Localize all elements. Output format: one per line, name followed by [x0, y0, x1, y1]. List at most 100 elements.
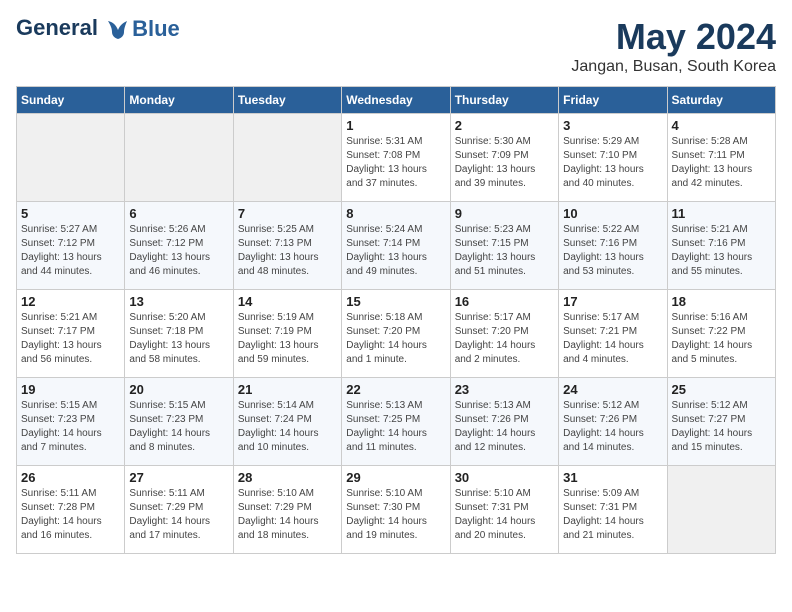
day-info: Sunrise: 5:20 AM Sunset: 7:18 PM Dayligh…	[129, 311, 228, 367]
day-number: 13	[129, 294, 228, 309]
calendar-week-row: 1 Sunrise: 5:31 AM Sunset: 7:08 PM Daylig…	[17, 114, 776, 202]
day-info: Sunrise: 5:31 AM Sunset: 7:08 PM Dayligh…	[346, 135, 445, 191]
day-info: Sunrise: 5:24 AM Sunset: 7:14 PM Dayligh…	[346, 223, 445, 279]
day-info: Sunrise: 5:12 AM Sunset: 7:27 PM Dayligh…	[672, 399, 771, 455]
day-info: Sunrise: 5:22 AM Sunset: 7:16 PM Dayligh…	[563, 223, 662, 279]
calendar-cell: 2 Sunrise: 5:30 AM Sunset: 7:09 PM Daylig…	[450, 114, 558, 202]
column-header-wednesday: Wednesday	[342, 87, 450, 114]
day-info: Sunrise: 5:10 AM Sunset: 7:31 PM Dayligh…	[455, 487, 554, 543]
day-number: 22	[346, 382, 445, 397]
calendar-cell: 27Sunrise: 5:11 AM Sunset: 7:29 PM Dayli…	[125, 466, 233, 554]
calendar-cell: 13 Sunrise: 5:20 AM Sunset: 7:18 PM Dayli…	[125, 290, 233, 378]
logo-line2: Blue	[132, 16, 180, 42]
calendar-cell: 19 Sunrise: 5:15 AM Sunset: 7:23 PM Dayli…	[17, 378, 125, 466]
day-info: Sunrise: 5:11 AM Sunset: 7:28 PM Dayligh…	[21, 487, 120, 543]
day-info: Sunrise: 5:10 AM Sunset: 7:30 PM Dayligh…	[346, 487, 445, 543]
calendar-cell	[125, 114, 233, 202]
day-number: 17	[563, 294, 662, 309]
day-number: 23	[455, 382, 554, 397]
title-area: May 2024 Jangan, Busan, South Korea	[571, 16, 776, 76]
page-header: General Blue May 2024 Jangan, Busan, Sou…	[16, 16, 776, 76]
day-number: 8	[346, 206, 445, 221]
day-info: Sunrise: 5:18 AM Sunset: 7:20 PM Dayligh…	[346, 311, 445, 367]
calendar-cell: 7Sunrise: 5:25 AM Sunset: 7:13 PM Daylig…	[233, 202, 341, 290]
calendar-cell	[667, 466, 775, 554]
day-number: 3	[563, 118, 662, 133]
day-number: 10	[563, 206, 662, 221]
logo-line1: General	[16, 15, 98, 40]
calendar-week-row: 5Sunrise: 5:27 AM Sunset: 7:12 PM Daylig…	[17, 202, 776, 290]
day-number: 15	[346, 294, 445, 309]
calendar-cell: 31 Sunrise: 5:09 AM Sunset: 7:31 PM Dayli…	[559, 466, 667, 554]
day-info: Sunrise: 5:28 AM Sunset: 7:11 PM Dayligh…	[672, 135, 771, 191]
column-header-monday: Monday	[125, 87, 233, 114]
calendar-cell: 30 Sunrise: 5:10 AM Sunset: 7:31 PM Dayli…	[450, 466, 558, 554]
calendar-cell	[17, 114, 125, 202]
day-number: 19	[21, 382, 120, 397]
calendar-cell: 24Sunrise: 5:12 AM Sunset: 7:26 PM Dayli…	[559, 378, 667, 466]
day-info: Sunrise: 5:17 AM Sunset: 7:20 PM Dayligh…	[455, 311, 554, 367]
column-header-tuesday: Tuesday	[233, 87, 341, 114]
calendar-week-row: 12 Sunrise: 5:21 AM Sunset: 7:17 PM Dayli…	[17, 290, 776, 378]
day-info: Sunrise: 5:29 AM Sunset: 7:10 PM Dayligh…	[563, 135, 662, 191]
calendar-cell: 6 Sunrise: 5:26 AM Sunset: 7:12 PM Daylig…	[125, 202, 233, 290]
day-number: 1	[346, 118, 445, 133]
day-number: 21	[238, 382, 337, 397]
day-number: 9	[455, 206, 554, 221]
day-info: Sunrise: 5:21 AM Sunset: 7:17 PM Dayligh…	[21, 311, 120, 367]
day-info: Sunrise: 5:30 AM Sunset: 7:09 PM Dayligh…	[455, 135, 554, 191]
calendar-cell: 28 Sunrise: 5:10 AM Sunset: 7:29 PM Dayli…	[233, 466, 341, 554]
calendar-week-row: 26 Sunrise: 5:11 AM Sunset: 7:28 PM Dayli…	[17, 466, 776, 554]
day-info: Sunrise: 5:15 AM Sunset: 7:23 PM Dayligh…	[129, 399, 228, 455]
column-header-friday: Friday	[559, 87, 667, 114]
day-number: 16	[455, 294, 554, 309]
day-info: Sunrise: 5:26 AM Sunset: 7:12 PM Dayligh…	[129, 223, 228, 279]
calendar-cell: 16 Sunrise: 5:17 AM Sunset: 7:20 PM Dayli…	[450, 290, 558, 378]
day-info: Sunrise: 5:25 AM Sunset: 7:13 PM Dayligh…	[238, 223, 337, 279]
column-header-thursday: Thursday	[450, 87, 558, 114]
logo-text: General	[16, 16, 130, 41]
calendar-cell: 10 Sunrise: 5:22 AM Sunset: 7:16 PM Dayli…	[559, 202, 667, 290]
calendar-cell: 8 Sunrise: 5:24 AM Sunset: 7:14 PM Daylig…	[342, 202, 450, 290]
day-number: 26	[21, 470, 120, 485]
calendar-cell: 20 Sunrise: 5:15 AM Sunset: 7:23 PM Dayli…	[125, 378, 233, 466]
day-number: 2	[455, 118, 554, 133]
day-info: Sunrise: 5:19 AM Sunset: 7:19 PM Dayligh…	[238, 311, 337, 367]
calendar-cell: 15 Sunrise: 5:18 AM Sunset: 7:20 PM Dayli…	[342, 290, 450, 378]
day-info: Sunrise: 5:10 AM Sunset: 7:29 PM Dayligh…	[238, 487, 337, 543]
calendar-cell	[233, 114, 341, 202]
day-info: Sunrise: 5:13 AM Sunset: 7:26 PM Dayligh…	[455, 399, 554, 455]
day-number: 28	[238, 470, 337, 485]
day-info: Sunrise: 5:12 AM Sunset: 7:26 PM Dayligh…	[563, 399, 662, 455]
calendar-cell: 4 Sunrise: 5:28 AM Sunset: 7:11 PM Daylig…	[667, 114, 775, 202]
calendar-cell: 29Sunrise: 5:10 AM Sunset: 7:30 PM Dayli…	[342, 466, 450, 554]
calendar-cell: 23 Sunrise: 5:13 AM Sunset: 7:26 PM Dayli…	[450, 378, 558, 466]
calendar-cell: 22 Sunrise: 5:13 AM Sunset: 7:25 PM Dayli…	[342, 378, 450, 466]
calendar-cell: 11 Sunrise: 5:21 AM Sunset: 7:16 PM Dayli…	[667, 202, 775, 290]
day-info: Sunrise: 5:13 AM Sunset: 7:25 PM Dayligh…	[346, 399, 445, 455]
calendar-cell: 5Sunrise: 5:27 AM Sunset: 7:12 PM Daylig…	[17, 202, 125, 290]
day-number: 30	[455, 470, 554, 485]
day-info: Sunrise: 5:11 AM Sunset: 7:29 PM Dayligh…	[129, 487, 228, 543]
day-number: 6	[129, 206, 228, 221]
day-info: Sunrise: 5:09 AM Sunset: 7:31 PM Dayligh…	[563, 487, 662, 543]
day-info: Sunrise: 5:15 AM Sunset: 7:23 PM Dayligh…	[21, 399, 120, 455]
month-title: May 2024	[571, 16, 776, 58]
calendar-cell: 12 Sunrise: 5:21 AM Sunset: 7:17 PM Dayli…	[17, 290, 125, 378]
day-number: 4	[672, 118, 771, 133]
calendar-cell: 18Sunrise: 5:16 AM Sunset: 7:22 PM Dayli…	[667, 290, 775, 378]
calendar-cell: 21Sunrise: 5:14 AM Sunset: 7:24 PM Dayli…	[233, 378, 341, 466]
calendar-cell: 17Sunrise: 5:17 AM Sunset: 7:21 PM Dayli…	[559, 290, 667, 378]
day-info: Sunrise: 5:21 AM Sunset: 7:16 PM Dayligh…	[672, 223, 771, 279]
calendar: SundayMondayTuesdayWednesdayThursdayFrid…	[16, 86, 776, 554]
day-number: 31	[563, 470, 662, 485]
day-number: 20	[129, 382, 228, 397]
day-number: 18	[672, 294, 771, 309]
day-number: 11	[672, 206, 771, 221]
calendar-header-row: SundayMondayTuesdayWednesdayThursdayFrid…	[17, 87, 776, 114]
calendar-cell: 25Sunrise: 5:12 AM Sunset: 7:27 PM Dayli…	[667, 378, 775, 466]
calendar-cell: 9Sunrise: 5:23 AM Sunset: 7:15 PM Daylig…	[450, 202, 558, 290]
day-number: 12	[21, 294, 120, 309]
calendar-cell: 26 Sunrise: 5:11 AM Sunset: 7:28 PM Dayli…	[17, 466, 125, 554]
day-number: 5	[21, 206, 120, 221]
